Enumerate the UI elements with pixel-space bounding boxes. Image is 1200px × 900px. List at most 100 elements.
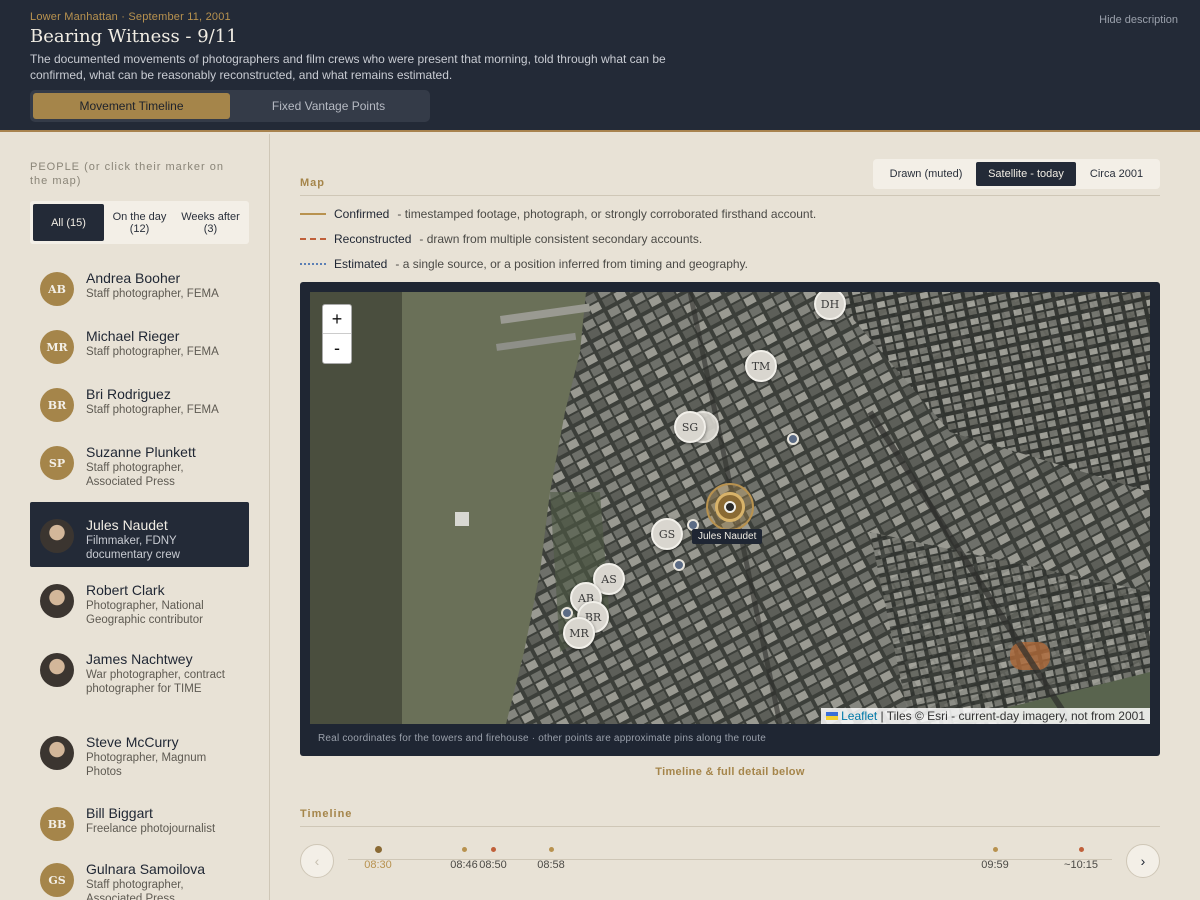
timeline-event-time[interactable]: 08:30 [364, 859, 392, 871]
person-info: Andrea Booher Staff photographer, FEMA [86, 269, 236, 301]
estimated-line-swatch [300, 263, 326, 265]
timeline-event-time[interactable]: ~10:15 [1064, 859, 1098, 871]
timeline-event-time[interactable]: 09:59 [981, 859, 1009, 871]
timeline-next-button[interactable]: › [1126, 844, 1160, 878]
person-info: Michael Rieger Staff photographer, FEMA [86, 327, 236, 359]
person-name: James Nachtwey [86, 651, 193, 667]
route-pin[interactable] [787, 433, 799, 445]
tile-satellite-today[interactable]: Satellite - today [976, 162, 1076, 186]
filter-all[interactable]: All (15) [33, 204, 104, 241]
people-label: PEOPLE (or click their marker on the map… [30, 161, 224, 187]
person-role: Staff photographer, FEMA [86, 346, 219, 358]
selected-marker-dot [724, 501, 736, 513]
person-info: Bri Rodriguez Staff photographer, FEMA [86, 385, 236, 417]
filter-on-the-day[interactable]: On the day (12) [104, 204, 175, 241]
leaflet-link[interactable]: Leaflet [841, 709, 877, 723]
header-eyebrow: Lower Manhattan · September 11, 2001 [30, 11, 231, 23]
timeline-event-time[interactable]: 08:46 [450, 859, 478, 871]
map-divider [300, 195, 1160, 196]
person-info: Bill Biggart Freelance photojournalist [86, 804, 236, 836]
person-item[interactable]: Steve McCurry Photographer, Magnum Photos [30, 731, 249, 787]
person-name: Robert Clark [86, 582, 165, 598]
confirmed-line-swatch [300, 213, 326, 215]
page-title: Bearing Witness - 9/11 [30, 26, 238, 47]
person-info: Steve McCurry Photographer, Magnum Photos [86, 733, 236, 779]
legend-confirmed-desc: - timestamped footage, photograph, or st… [397, 207, 817, 221]
person-item[interactable]: GS Gulnara Samoilova Staff photographer, A… [30, 858, 249, 900]
person-initials-avatar: GS [40, 863, 74, 897]
person-item[interactable]: BR Bri Rodriguez Staff photographer, FEMA [30, 383, 249, 429]
tile-drawn-muted[interactable]: Drawn (muted) [876, 162, 976, 186]
map-heading: Map [300, 177, 325, 189]
zoom-control: + - [322, 304, 352, 364]
ukraine-flag-icon [826, 712, 839, 720]
tab-fixed-vantage-points[interactable]: Fixed Vantage Points [230, 93, 427, 119]
legend-reconstructed: Reconstructed - drawn from multiple cons… [300, 231, 702, 247]
timeline-event-dot[interactable] [992, 846, 998, 852]
legend-reconstructed-desc: - drawn from multiple consistent seconda… [419, 232, 703, 246]
person-role: Staff photographer, Associated Press [86, 879, 184, 900]
person-item[interactable]: MR Michael Rieger Staff photographer, FEMA [30, 325, 249, 371]
person-item[interactable]: BB Bill Biggart Freelance photojournalist [30, 802, 249, 848]
reconstructed-line-swatch [300, 238, 326, 240]
map-caption: Real coordinates for the towers and fire… [318, 733, 766, 744]
person-initials-avatar: SP [40, 446, 74, 480]
hide-description-button[interactable]: Hide description [1099, 14, 1178, 26]
person-item[interactable]: AB Andrea Booher Staff photographer, FEMA [30, 267, 249, 313]
tab-movement-timeline[interactable]: Movement Timeline [33, 93, 230, 119]
route-pin[interactable] [561, 607, 573, 619]
header: Lower Manhattan · September 11, 2001 Bea… [0, 0, 1200, 132]
person-name: Bill Biggart [86, 805, 153, 821]
person-item[interactable]: SP Suzanne Plunkett Staff photographer, As… [30, 441, 249, 497]
person-marker[interactable]: SG [674, 411, 706, 443]
timeline-event-dot[interactable] [1078, 846, 1084, 852]
person-role: Staff photographer, Associated Press [86, 462, 184, 488]
person-info: James Nachtwey War photographer, contract… [86, 650, 236, 696]
person-marker[interactable]: TM [745, 350, 777, 382]
timeline-event-dot[interactable] [461, 846, 467, 852]
legend-confirmed: Confirmed - timestamped footage, photogr… [300, 206, 816, 222]
person-photo-avatar [40, 519, 74, 553]
timeline-event-time[interactable]: 08:58 [537, 859, 565, 871]
person-name: Suzanne Plunkett [86, 444, 196, 460]
legend-confirmed-name: Confirmed [334, 207, 390, 221]
person-photo-avatar [40, 653, 74, 687]
filter-weeks-after[interactable]: Weeks after (3) [175, 204, 246, 241]
page-description: The documented movements of photographer… [30, 52, 666, 82]
person-initials-avatar: MR [40, 330, 74, 364]
person-role: Staff photographer, FEMA [86, 288, 219, 300]
timeline-event-dot[interactable] [490, 846, 496, 852]
person-photo-avatar [40, 736, 74, 770]
person-marker[interactable]: MR [563, 617, 595, 649]
legend-estimated-desc: - a single source, or a position inferre… [395, 257, 748, 271]
person-name: Gulnara Samoilova [86, 861, 206, 877]
person-marker[interactable]: GS [651, 518, 683, 550]
zoom-in-button[interactable]: + [323, 305, 351, 334]
tile-circa-2001[interactable]: Circa 2001 [1076, 162, 1157, 186]
person-name: Andrea Booher [86, 270, 181, 286]
mode-tabs: Movement Timeline Fixed Vantage Points [30, 90, 430, 122]
person-item[interactable]: Robert Clark Photographer, National Geogr… [30, 579, 249, 635]
route-pin[interactable] [673, 559, 685, 571]
person-role: Photographer, Magnum Photos [86, 752, 207, 778]
map-frame: + - DH TM SG GS AS AB BR MR Jules Naudet Leaflet… [300, 282, 1160, 756]
timeline-event-dot[interactable] [374, 845, 382, 853]
selected-person-marker[interactable] [715, 492, 745, 522]
tile-switcher: Drawn (muted) Satellite - today Circa 20… [873, 159, 1160, 189]
person-info: Jules Naudet Filmmaker, FDNY documentary … [86, 516, 236, 562]
zoom-out-button[interactable]: - [323, 334, 351, 363]
person-initials-avatar: BB [40, 807, 74, 841]
timeline-event-time[interactable]: 08:50 [479, 859, 507, 871]
selected-marker-label: Jules Naudet [692, 529, 763, 544]
person-item[interactable]: Jules Naudet Filmmaker, FDNY documentary … [30, 502, 249, 567]
timeline-detail-link[interactable]: Timeline & full detail below [300, 766, 1160, 778]
attribution-text: | Tiles © Esri - current-day imagery, no… [880, 709, 1146, 723]
map-canvas[interactable]: + - DH TM SG GS AS AB BR MR Jules Naudet Leaflet… [310, 292, 1150, 724]
legend-estimated-name: Estimated [334, 257, 388, 271]
person-item[interactable]: James Nachtwey War photographer, contract… [30, 648, 249, 714]
timeline-event-dot[interactable] [548, 846, 554, 852]
person-name: Steve McCurry [86, 734, 179, 750]
timeline-prev-button[interactable]: ‹ [300, 844, 334, 878]
person-name: Jules Naudet [86, 517, 168, 533]
person-role: Photographer, National Geographic contri… [86, 600, 204, 626]
